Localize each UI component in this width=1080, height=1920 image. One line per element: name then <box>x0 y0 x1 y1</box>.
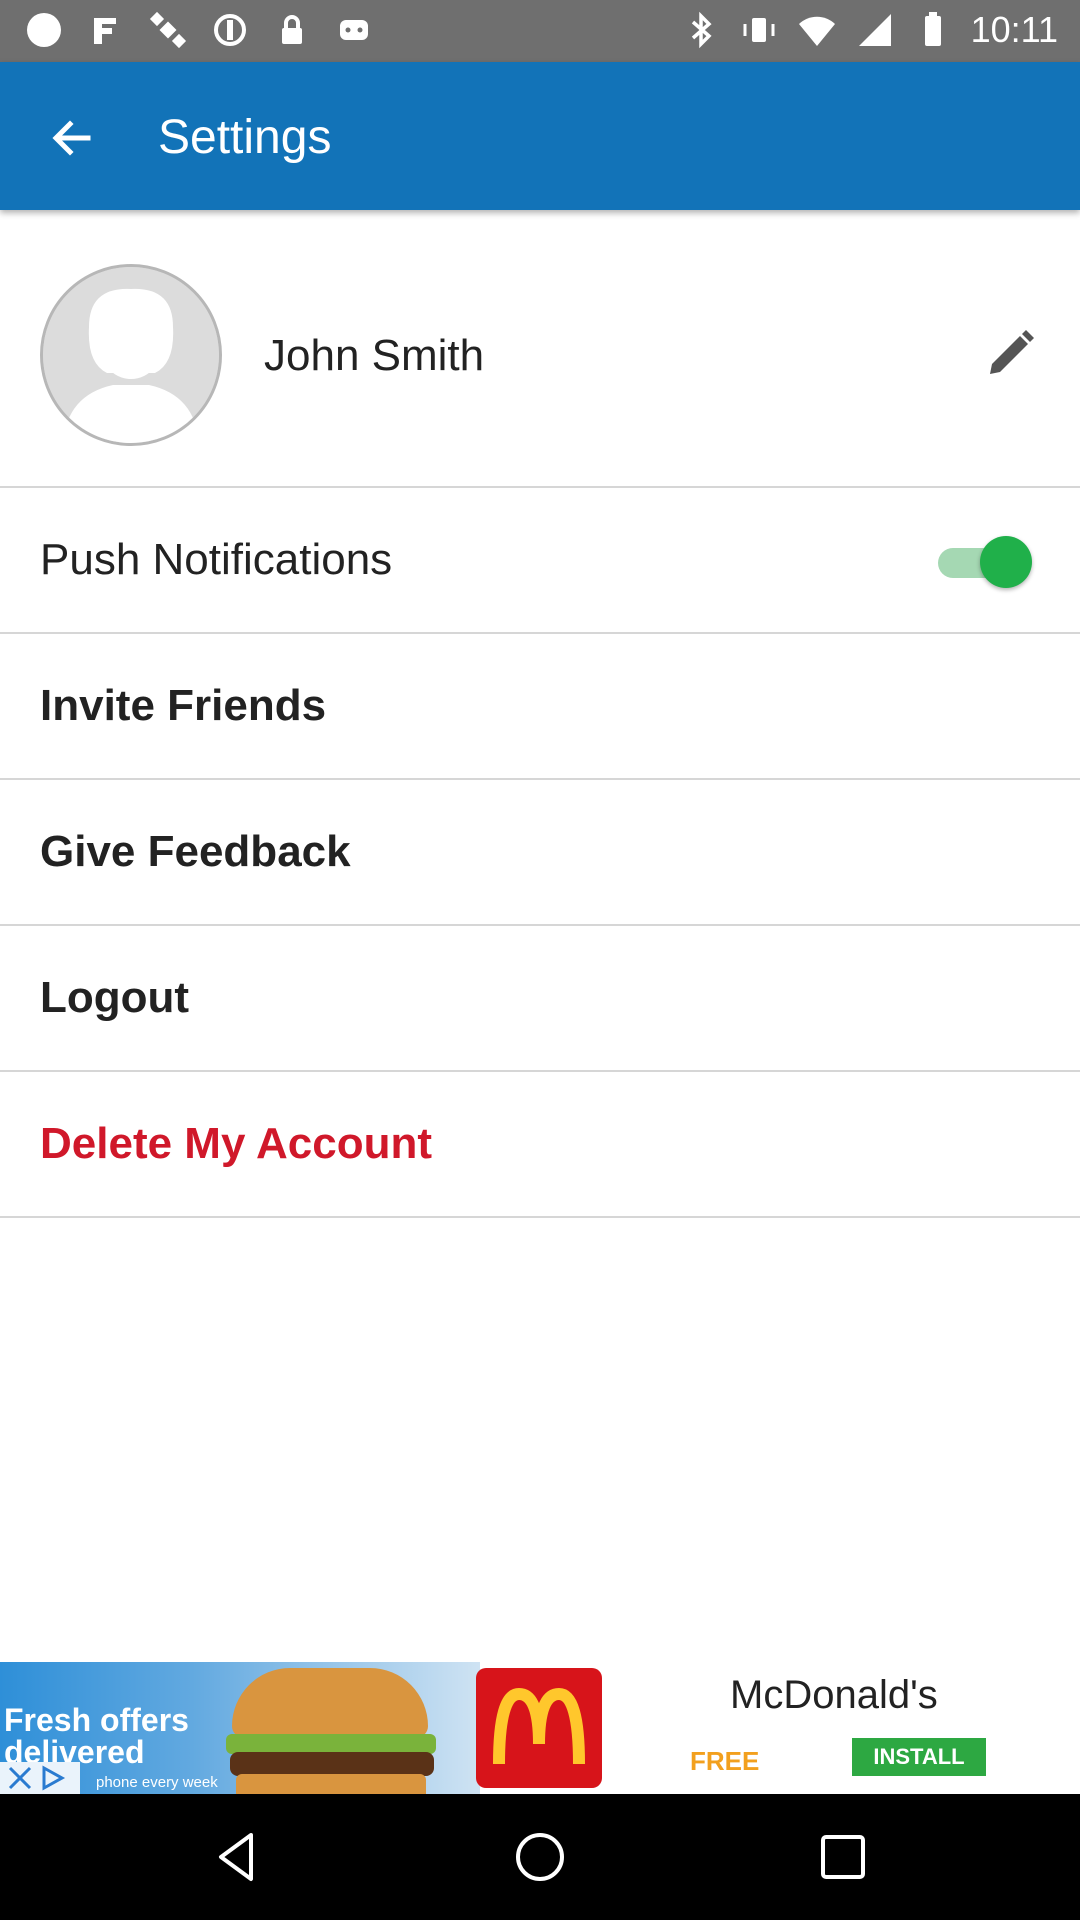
back-button[interactable] <box>36 102 108 174</box>
burger-bun-bottom <box>236 1774 426 1794</box>
nav-recents-button[interactable] <box>808 1822 878 1892</box>
nav-home-button[interactable] <box>505 1822 575 1892</box>
ad-subtext: phone every week <box>96 1774 218 1791</box>
ad-install-button[interactable]: INSTALL <box>852 1738 986 1776</box>
golden-arches-icon <box>493 1688 585 1765</box>
sync-icon <box>210 10 250 50</box>
delete-account-label: Delete My Account <box>40 1119 433 1168</box>
home-circle-icon <box>516 1833 564 1881</box>
toggle-thumb <box>980 536 1032 588</box>
back-triangle-icon <box>219 1833 253 1881</box>
burger-patty <box>230 1752 434 1776</box>
app-bar: Settings <box>0 62 1080 210</box>
delete-account-row[interactable]: Delete My Account <box>0 1072 1080 1218</box>
nav-back-button[interactable] <box>202 1822 272 1892</box>
fake-gps-icon <box>86 10 126 50</box>
push-notifications-toggle[interactable] <box>932 532 1032 590</box>
android-icon <box>334 10 374 50</box>
burger-bun-top <box>232 1668 428 1738</box>
push-notifications-row[interactable]: Push Notifications <box>0 488 1080 634</box>
profile-name: John Smith <box>264 331 485 380</box>
ad-close-button[interactable] <box>0 1762 80 1794</box>
status-time: 10:11 <box>970 9 1058 50</box>
profile-row[interactable]: John Smith <box>0 212 1080 488</box>
give-feedback-row[interactable]: Give Feedback <box>0 780 1080 926</box>
ad-headline: Fresh offers delivered <box>4 1702 189 1770</box>
wifi-icon <box>797 10 837 50</box>
invite-friends-label: Invite Friends <box>40 681 327 730</box>
pencil-icon <box>990 330 1034 374</box>
logout-label: Logout <box>40 973 190 1022</box>
close-icon <box>8 1766 32 1790</box>
satellite-icon <box>148 10 188 50</box>
system-nav-bar <box>0 1794 1080 1920</box>
edit-profile-button[interactable] <box>980 324 1040 384</box>
status-right-icons: 10:11 <box>681 8 1058 52</box>
push-notifications-label: Push Notifications <box>40 535 393 584</box>
battery-icon <box>913 10 953 50</box>
lock-icon <box>272 10 312 50</box>
ad-brand-name: McDonald's <box>730 1673 938 1717</box>
recents-square-icon <box>821 1835 865 1879</box>
ad-price: FREE <box>690 1746 760 1776</box>
avatar[interactable] <box>40 264 222 446</box>
arrow-left-icon <box>52 120 91 156</box>
logout-row[interactable]: Logout <box>0 926 1080 1072</box>
signal-icon <box>855 10 895 50</box>
ad-banner[interactable]: Fresh offers delivered phone every week … <box>0 1662 1080 1794</box>
bluetooth-icon <box>681 10 721 50</box>
person-placeholder-icon <box>43 267 219 443</box>
status-bar: 10:11 <box>0 0 1080 62</box>
adchoices-icon <box>42 1765 66 1791</box>
invite-friends-row[interactable]: Invite Friends <box>0 634 1080 780</box>
burger-lettuce <box>226 1734 436 1754</box>
vibrate-icon <box>739 10 779 50</box>
page-title: Settings <box>158 111 332 164</box>
give-feedback-label: Give Feedback <box>40 827 351 876</box>
status-left-icons <box>24 10 374 50</box>
mcdonalds-logo <box>476 1668 602 1788</box>
circle-icon <box>24 10 64 50</box>
